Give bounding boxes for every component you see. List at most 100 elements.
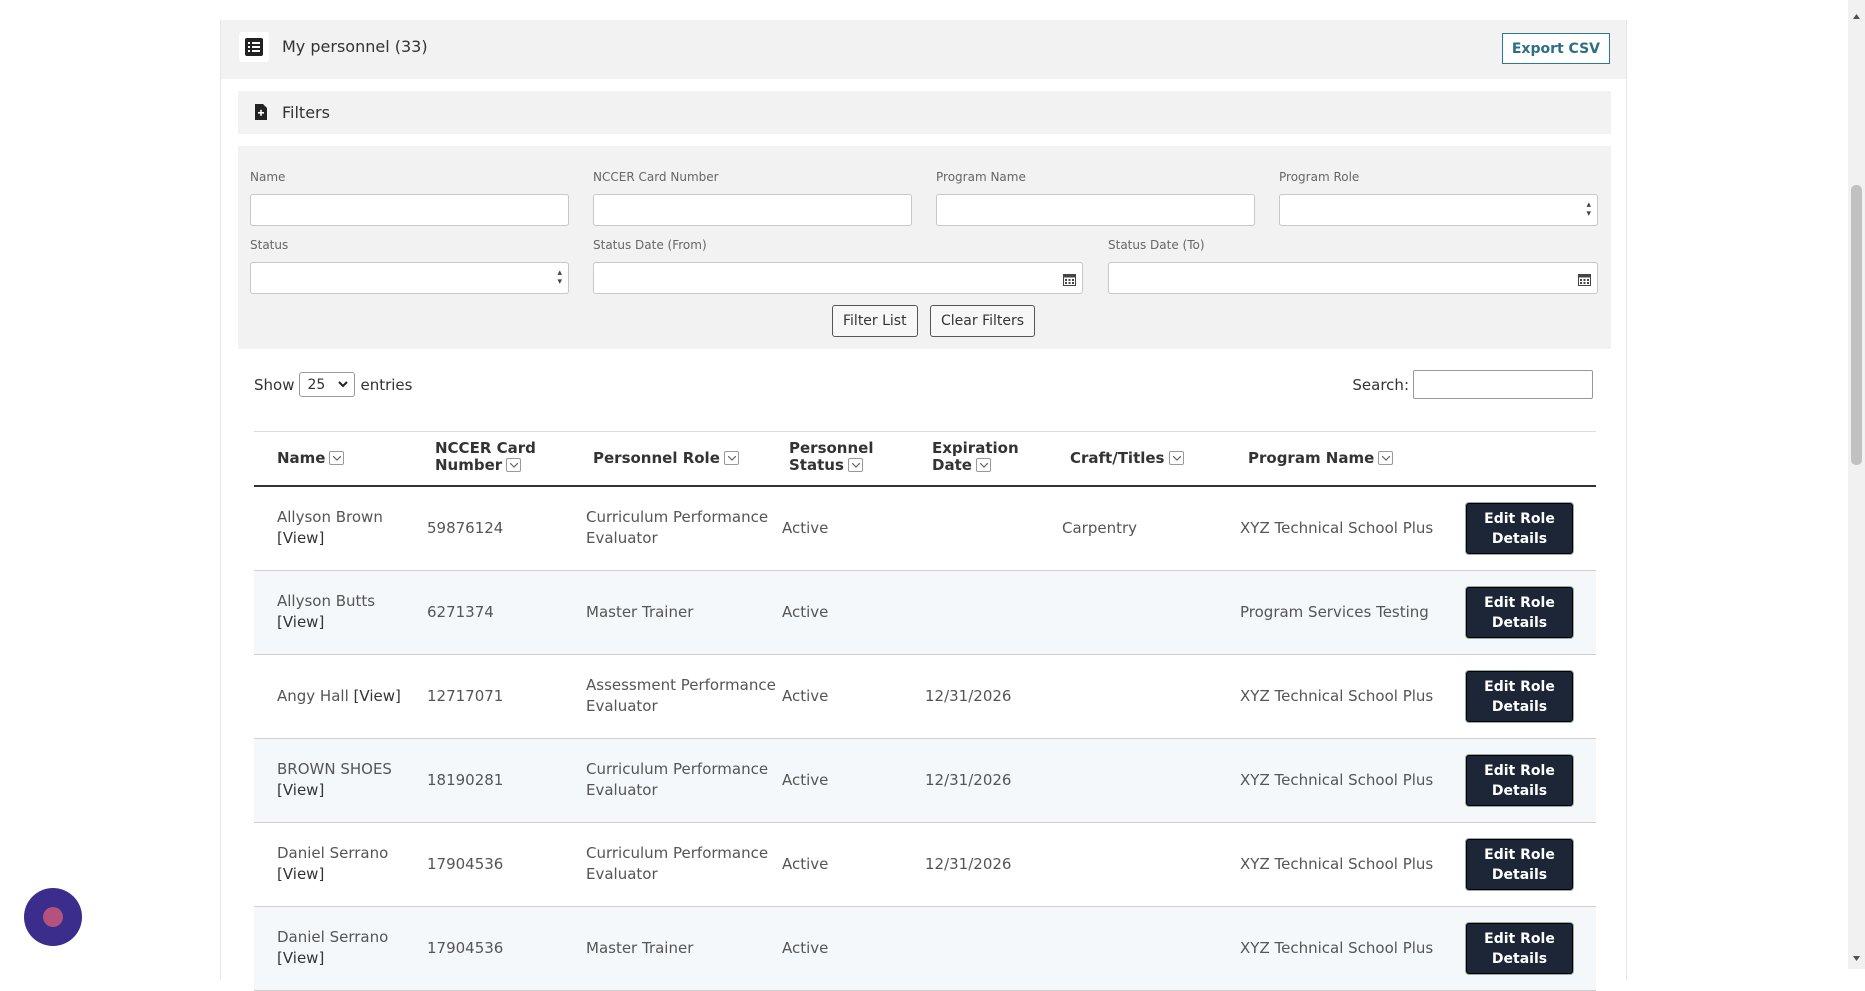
program-name: XYZ Technical School Plus	[1240, 939, 1434, 957]
card-number: 59876124	[427, 519, 504, 537]
program-role-select[interactable]: ▴ ▾	[1279, 194, 1598, 226]
search-input[interactable]	[1413, 370, 1593, 399]
page-length-select[interactable]: 25	[299, 372, 356, 397]
scroll-thumb[interactable]	[1851, 185, 1862, 465]
date-from-input[interactable]	[593, 262, 1083, 294]
personnel-status: Active	[782, 855, 829, 873]
sort-icon[interactable]	[506, 457, 522, 472]
page-scrollbar[interactable]	[1848, 0, 1865, 969]
edit-role-details-button[interactable]: Edit Role Details	[1466, 923, 1573, 974]
date-to-input[interactable]	[1108, 262, 1598, 294]
program-name: XYZ Technical School Plus	[1240, 687, 1434, 705]
file-icon	[254, 104, 268, 124]
personnel-status: Active	[782, 519, 829, 537]
date-from-label: Status Date (From)	[593, 238, 707, 252]
expiration-date: 12/31/2026	[925, 687, 1012, 705]
chat-icon[interactable]	[24, 888, 82, 946]
view-link[interactable]: [View]	[277, 949, 324, 967]
person-name: Daniel Serrano [View]	[277, 844, 389, 883]
date-to-label: Status Date (To)	[1108, 238, 1205, 252]
expiration-date: 12/31/2026	[925, 771, 1012, 789]
program-name: XYZ Technical School Plus	[1240, 771, 1434, 789]
sort-icon[interactable]	[847, 457, 863, 472]
col-card-number[interactable]: NCCER Card Number	[435, 440, 536, 474]
personnel-status: Active	[782, 603, 829, 621]
view-link[interactable]: [View]	[277, 781, 324, 799]
personnel-status: Active	[782, 939, 829, 957]
col-expiration-date[interactable]: Expiration Date	[932, 440, 1019, 474]
program-name: XYZ Technical School Plus	[1240, 519, 1434, 537]
card-number-input[interactable]	[593, 194, 912, 226]
select-arrows-icon: ▴ ▾	[557, 268, 562, 287]
program-name: XYZ Technical School Plus	[1240, 855, 1434, 873]
view-link[interactable]: [View]	[277, 613, 324, 631]
filter-form: Name NCCER Card Number Program Name Prog…	[238, 146, 1611, 349]
filter-list-button[interactable]: Filter List	[832, 305, 918, 337]
calendar-icon[interactable]	[1578, 271, 1591, 290]
calendar-icon[interactable]	[1063, 271, 1076, 290]
col-name[interactable]: Name	[277, 450, 345, 467]
entries-label: entries	[360, 375, 413, 394]
table-search: Search:	[1352, 370, 1593, 399]
expiration-date: 12/31/2026	[925, 855, 1012, 873]
personnel-role: Master Trainer	[586, 939, 694, 957]
filters-header[interactable]: Filters	[238, 91, 1611, 134]
name-input[interactable]	[250, 194, 569, 226]
edit-role-details-button[interactable]: Edit Role Details	[1466, 503, 1573, 554]
page-length-control: Show 25 entries	[254, 372, 412, 397]
person-name: Daniel Serrano [View]	[277, 928, 389, 967]
card-number: 17904536	[427, 939, 504, 957]
program-role-label: Program Role	[1279, 170, 1360, 184]
view-link[interactable]: [View]	[277, 865, 324, 883]
view-link[interactable]: [View]	[354, 687, 401, 705]
personnel-role: Curriculum Performance Evaluator	[586, 760, 769, 799]
chat-dot	[43, 907, 63, 927]
craft-titles: Carpentry	[1062, 519, 1138, 537]
person-name: Allyson Brown [View]	[277, 508, 383, 547]
personnel-panel: My personnel (33) Export CSV Filters Nam…	[220, 20, 1627, 991]
personnel-role: Master Trainer	[586, 603, 694, 621]
sort-icon[interactable]	[1378, 450, 1394, 465]
chevron-down-icon	[337, 378, 349, 394]
sort-icon[interactable]	[723, 450, 739, 465]
view-link[interactable]: [View]	[277, 529, 324, 547]
personnel-table: Name NCCER Card Number Personnel Role Per…	[254, 431, 1596, 991]
sort-icon[interactable]	[975, 457, 991, 472]
edit-role-details-button[interactable]: Edit Role Details	[1466, 839, 1573, 890]
clear-filters-button[interactable]: Clear Filters	[930, 305, 1036, 337]
program-name-input[interactable]	[936, 194, 1255, 226]
program-name: Program Services Testing	[1240, 603, 1429, 621]
panel-header: My personnel (33) Export CSV	[221, 20, 1626, 79]
program-name-label: Program Name	[936, 170, 1026, 184]
person-name: Angy Hall [View]	[277, 687, 401, 705]
scroll-up-icon[interactable]	[1853, 4, 1860, 23]
personnel-role: Curriculum Performance Evaluator	[586, 844, 769, 883]
personnel-role: Curriculum Performance Evaluator	[586, 508, 769, 547]
scroll-down-icon[interactable]	[1853, 946, 1860, 965]
page-title: My personnel (33)	[282, 37, 428, 56]
col-program-name[interactable]: Program Name	[1248, 450, 1394, 467]
search-label: Search:	[1352, 375, 1409, 394]
col-personnel-status[interactable]: Personnel Status	[789, 440, 873, 474]
table-row: Daniel Serrano [View] 17904536 Curriculum…	[254, 823, 1596, 907]
edit-role-details-button[interactable]: Edit Role Details	[1466, 755, 1573, 806]
card-number-label: NCCER Card Number	[593, 170, 719, 184]
list-icon	[239, 32, 269, 62]
sort-icon[interactable]	[329, 450, 345, 465]
card-number: 12717071	[427, 687, 504, 705]
personnel-status: Active	[782, 687, 829, 705]
page-length-value: 25	[307, 376, 326, 393]
personnel-role: Assessment Performance Evaluator	[586, 676, 776, 715]
sort-icon[interactable]	[1168, 450, 1184, 465]
table-row: Daniel Serrano [View] 17904536 Master Tra…	[254, 907, 1596, 991]
col-personnel-role[interactable]: Personnel Role	[593, 450, 739, 467]
card-number: 18190281	[427, 771, 504, 789]
edit-role-details-button[interactable]: Edit Role Details	[1466, 671, 1573, 722]
table-row: Allyson Butts [View] 6271374 Master Train…	[254, 571, 1596, 655]
export-csv-button[interactable]: Export CSV	[1501, 33, 1610, 64]
edit-role-details-button[interactable]: Edit Role Details	[1466, 587, 1573, 638]
col-craft-titles[interactable]: Craft/Titles	[1070, 450, 1184, 467]
show-label: Show	[254, 375, 295, 394]
personnel-status: Active	[782, 771, 829, 789]
status-select[interactable]: ▴ ▾	[250, 262, 569, 294]
